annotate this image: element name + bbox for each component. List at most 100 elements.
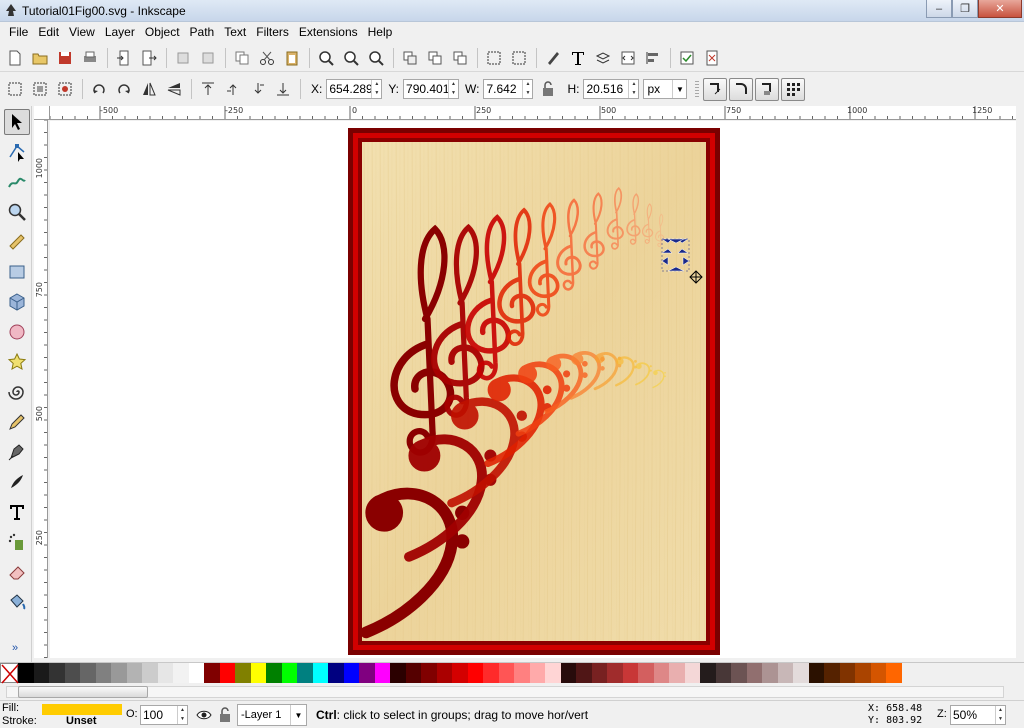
print-icon[interactable] <box>78 47 101 69</box>
group-icon[interactable] <box>482 47 505 69</box>
measure-tool-icon[interactable] <box>4 229 30 255</box>
color-swatch[interactable] <box>793 663 809 683</box>
fill-stroke-icon[interactable] <box>541 47 564 69</box>
zoom-drawing-icon[interactable] <box>339 47 362 69</box>
selector-tool-icon[interactable] <box>4 109 30 135</box>
color-swatch[interactable] <box>390 663 406 683</box>
color-swatch[interactable] <box>328 663 344 683</box>
eraser-tool-icon[interactable] <box>4 559 30 585</box>
layer-select[interactable]: -Layer 1 ▼ <box>237 704 307 726</box>
color-swatch[interactable] <box>777 663 793 683</box>
w-input[interactable] <box>484 80 523 98</box>
zoom-selection-icon[interactable] <box>314 47 337 69</box>
color-swatch[interactable] <box>653 663 669 683</box>
ungroup-icon[interactable] <box>507 47 530 69</box>
color-swatch[interactable] <box>126 663 142 683</box>
cut-icon[interactable] <box>255 47 278 69</box>
menu-extensions[interactable]: Extensions <box>294 25 363 39</box>
color-swatch[interactable] <box>529 663 545 683</box>
menu-file[interactable]: File <box>4 25 33 39</box>
node-tool-icon[interactable] <box>4 139 30 165</box>
color-swatch[interactable] <box>514 663 530 683</box>
color-swatch[interactable] <box>421 663 437 683</box>
flip-vertical-icon[interactable] <box>162 78 185 100</box>
color-swatch[interactable] <box>250 663 266 683</box>
lock-layer-icon[interactable] <box>218 707 232 723</box>
color-swatch[interactable] <box>64 663 80 683</box>
stroke-value[interactable]: Unset <box>66 715 97 727</box>
color-swatch[interactable] <box>808 663 824 683</box>
color-swatch[interactable] <box>188 663 204 683</box>
color-swatch[interactable] <box>607 663 623 683</box>
new-document-icon[interactable] <box>3 47 26 69</box>
xml-editor-icon[interactable] <box>616 47 639 69</box>
opacity-spinbox[interactable]: ▲▼ <box>140 705 188 725</box>
document-properties-icon[interactable] <box>700 47 723 69</box>
color-swatch[interactable] <box>312 663 328 683</box>
color-swatch[interactable] <box>374 663 390 683</box>
color-swatch[interactable] <box>111 663 127 683</box>
menu-edit[interactable]: Edit <box>33 25 64 39</box>
ellipse-tool-icon[interactable] <box>4 319 30 345</box>
transform-gradients-toggle[interactable] <box>755 77 780 101</box>
color-swatch[interactable] <box>870 663 886 683</box>
save-icon[interactable] <box>53 47 76 69</box>
import-icon[interactable] <box>112 47 135 69</box>
x-input[interactable] <box>327 80 372 98</box>
text-font-icon[interactable] <box>566 47 589 69</box>
rectangle-tool-icon[interactable] <box>4 259 30 285</box>
paste-icon[interactable] <box>280 47 303 69</box>
pencil-tool-icon[interactable] <box>4 409 30 435</box>
rotate-cw-icon[interactable] <box>112 78 135 100</box>
menu-layer[interactable]: Layer <box>100 25 140 39</box>
lower-icon[interactable] <box>246 78 269 100</box>
color-swatch[interactable] <box>173 663 189 683</box>
scale-stroke-toggle[interactable] <box>703 77 728 101</box>
zoom-page-icon[interactable] <box>364 47 387 69</box>
eye-visibility-icon[interactable] <box>196 707 212 723</box>
spiral-tool-icon[interactable] <box>4 379 30 405</box>
color-swatch[interactable] <box>467 663 483 683</box>
color-swatch[interactable] <box>824 663 840 683</box>
color-swatch[interactable] <box>839 663 855 683</box>
redo-icon[interactable] <box>196 47 219 69</box>
layers-icon[interactable] <box>591 47 614 69</box>
open-folder-icon[interactable] <box>28 47 51 69</box>
menu-object[interactable]: Object <box>140 25 185 39</box>
color-swatch[interactable] <box>669 663 685 683</box>
color-swatch[interactable] <box>483 663 499 683</box>
pen-tool-icon[interactable] <box>4 439 30 465</box>
deselect-icon[interactable] <box>53 78 76 100</box>
maximize-button[interactable]: ❐ <box>952 0 978 18</box>
minimize-button[interactable]: – <box>926 0 952 18</box>
3d-box-tool-icon[interactable] <box>4 289 30 315</box>
unit-select[interactable]: px ▼ <box>643 79 688 99</box>
color-swatch[interactable] <box>266 663 282 683</box>
color-swatch[interactable] <box>142 663 158 683</box>
color-swatch[interactable] <box>762 663 778 683</box>
y-input[interactable] <box>404 80 449 98</box>
calligraphy-tool-icon[interactable] <box>4 469 30 495</box>
unlink-clone-icon[interactable] <box>448 47 471 69</box>
x-spinbox[interactable]: ▲▼ <box>326 79 383 99</box>
lower-to-bottom-icon[interactable] <box>271 78 294 100</box>
color-swatch[interactable] <box>731 663 747 683</box>
close-button[interactable]: ✕ <box>978 0 1022 18</box>
fill-indicator[interactable] <box>42 704 122 715</box>
spray-tool-icon[interactable] <box>4 529 30 555</box>
color-swatch[interactable] <box>405 663 421 683</box>
transform-patterns-toggle[interactable] <box>781 77 806 101</box>
rotate-ccw-icon[interactable] <box>87 78 110 100</box>
color-swatch[interactable] <box>746 663 762 683</box>
menu-filters[interactable]: Filters <box>251 25 294 39</box>
h-input[interactable] <box>584 80 629 98</box>
color-swatch[interactable] <box>684 663 700 683</box>
color-swatch[interactable] <box>80 663 96 683</box>
zoom-input[interactable] <box>951 706 995 724</box>
vertical-scrollbar[interactable] <box>1016 106 1024 658</box>
color-swatch[interactable] <box>436 663 452 683</box>
color-swatch[interactable] <box>281 663 297 683</box>
menu-view[interactable]: View <box>64 25 100 39</box>
color-swatch[interactable] <box>204 663 220 683</box>
menu-path[interactable]: Path <box>185 25 220 39</box>
